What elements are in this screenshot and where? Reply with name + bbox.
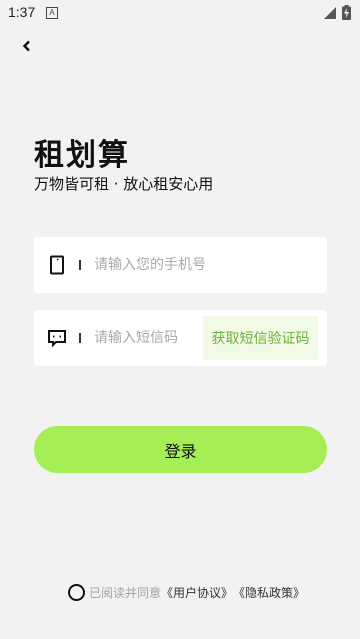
agreement-row: 已阅读并同意 《用户协议》 《隐私政策》: [68, 582, 305, 602]
login-button[interactable]: 登录: [34, 426, 327, 473]
back-button[interactable]: [14, 34, 40, 58]
phone-input[interactable]: [94, 252, 294, 278]
status-bar: 1:37 A: [0, 0, 360, 26]
status-time: 1:37: [8, 4, 36, 20]
privacy-policy-link[interactable]: 《隐私政策》: [233, 584, 305, 601]
brand-logo: 租划算: [34, 138, 130, 173]
code-field-card: 获取短信验证码: [34, 310, 327, 366]
app-notification-icon: A: [46, 7, 58, 19]
signal-icon: [324, 7, 336, 19]
agreement-text: 已阅读并同意: [89, 585, 162, 600]
sms-code-input[interactable]: [94, 325, 199, 351]
phone-field-card: [34, 237, 327, 293]
battery-charging-icon: [342, 5, 351, 20]
message-icon: [48, 330, 66, 348]
field-divider: [79, 333, 81, 343]
user-agreement-link[interactable]: 《用户协议》: [161, 584, 233, 601]
brand-slogan: 万物皆可租 · 放心租安心用: [34, 175, 214, 193]
phone-icon: [50, 255, 64, 275]
field-divider: [79, 260, 81, 270]
agree-checkbox[interactable]: [68, 583, 85, 601]
get-sms-code-button[interactable]: 获取短信验证码: [203, 316, 318, 360]
chevron-left-icon: [22, 40, 30, 52]
login-screen: 1:37 A 租划算 万物皆可租 · 放心租安心用 请输入您的手机号 请输入短信…: [0, 0, 360, 639]
